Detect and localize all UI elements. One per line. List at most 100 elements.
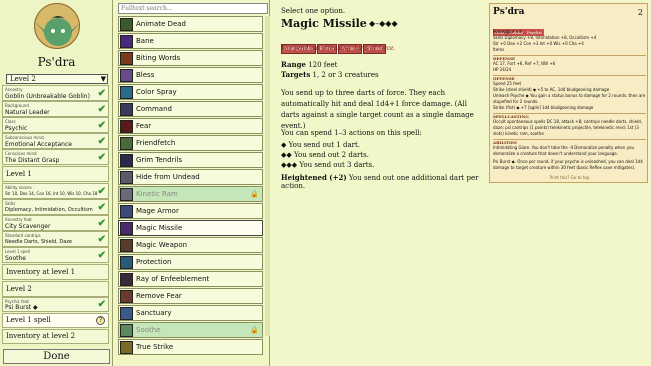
targets-label: Targets (281, 70, 311, 79)
spell-item[interactable]: Bless (118, 67, 263, 83)
subconscious-mind-row[interactable]: Subconscious mind Emotional Acceptance ✔ (2, 133, 109, 149)
spell-name: Bane (136, 37, 154, 45)
conscious-mind-row[interactable]: Conscious mind The Distant Grasp ✔ (2, 149, 109, 165)
spell-icon (120, 18, 133, 31)
ancestry-feat-row[interactable]: Ancestry feat City Scavenger ✔ (2, 215, 109, 231)
spell-item[interactable]: Friendfetch (118, 135, 263, 151)
spell-detail-panel: Select one option. Magic Missile ◆–◆◆◆ M… (279, 0, 487, 366)
spell-item[interactable]: Biting Words (118, 50, 263, 66)
spell-icon (120, 103, 133, 116)
spell-item[interactable]: Sanctuary (118, 305, 263, 321)
inventory-level-1-section[interactable]: Inventory at level 1 (2, 264, 109, 280)
spell-item[interactable]: Color Spray (118, 84, 263, 100)
stat-line: Occult spontaneous spells DC 18, attack … (493, 119, 642, 136)
stat-line: HP 24/24 (493, 67, 512, 72)
row-value: Goblin (Unbreakable Goblin) (5, 93, 90, 100)
stat-line: Intimidating Glare. You don't take the -… (493, 145, 635, 156)
spell-item[interactable]: Protection (118, 254, 263, 270)
level-select[interactable]: Level 2 ▼ (6, 74, 108, 84)
cantrips-row[interactable]: Standard cantrips Needle Darts, Shield, … (2, 231, 109, 247)
spell-icon (120, 307, 133, 320)
spell-icon (120, 120, 133, 133)
ability-scores-row[interactable]: Ability scores Str 10, Dex 14, Con 16, I… (2, 183, 109, 199)
level-1-section[interactable]: Level 1 (2, 166, 109, 182)
done-button[interactable]: Done (3, 349, 110, 364)
action-option: ◆◆ You send out 2 darts. (281, 151, 369, 159)
row-value: Needle Darts, Shield, Daze (5, 239, 72, 245)
spell-icon (120, 69, 133, 82)
spell-item[interactable]: True Strike (118, 339, 263, 355)
spell-icon (120, 205, 133, 218)
spell-item[interactable]: Hide from Undead (118, 169, 263, 185)
spell-item[interactable]: Bane (118, 33, 263, 49)
row-caption: Standard cantrips (5, 233, 41, 238)
spell-item[interactable]: Kinetic Ram 🔒 (118, 186, 263, 202)
spell-icon (120, 256, 133, 269)
level-2-section[interactable]: Level 2 (2, 281, 109, 297)
character-name: Ps'dra (37, 55, 76, 69)
spell-list-panel: Fulltext search... Animate Dead Bane Bitin… (116, 0, 270, 366)
row-caption: Level 1 spell (5, 249, 30, 254)
spell-title: Magic Missile (281, 17, 367, 30)
spell-name: Ray of Enfeeblement (136, 275, 210, 283)
spell-name: Bless (136, 71, 155, 79)
spell-item[interactable]: Remove Fear (118, 288, 263, 304)
action-option: ◆◆◆ You send out 3 darts. (281, 161, 375, 169)
spell-icon (120, 52, 133, 65)
background-row[interactable]: Background Natural Leader ✔ (2, 101, 109, 117)
inventory-level-2-section[interactable]: Inventory at level 2 (2, 329, 109, 344)
avatar[interactable] (34, 3, 80, 49)
action-options: ◆ You send out 1 dart. ◆◆ You send out 2… (281, 140, 374, 170)
stat-block-name: Ps'dra (493, 7, 525, 17)
spell-name: Soothe (136, 326, 161, 334)
spell-name: Biting Words (136, 54, 181, 62)
stat-line: Unleash Psyche ◆ You gain a status bonus… (493, 93, 646, 104)
spell-name: Mage Armor (136, 207, 179, 215)
spell-icon (120, 239, 133, 252)
selection-prompt: Select one option. (281, 7, 346, 15)
check-icon: ✔ (97, 186, 106, 197)
spell-icon (120, 273, 133, 286)
targets-value: 1, 2 or 3 creatures (312, 71, 379, 79)
ancestry-row[interactable]: Ancestry Goblin (Unbreakable Goblin) ✔ (2, 85, 109, 101)
range-value: 120 feet (308, 61, 338, 69)
spell-name: Remove Fear (136, 292, 182, 300)
section-label: Level 1 spell (6, 316, 51, 324)
lock-icon: 🔒 (250, 190, 259, 198)
print-link[interactable]: Print this? Go to top (493, 175, 646, 181)
spell-icon (120, 171, 133, 184)
spell-item[interactable]: Ray of Enfeeblement (118, 271, 263, 287)
level-1-spell-section[interactable]: Level 1 spell ? (2, 313, 109, 328)
level-1-spell-row[interactable]: Level 1 spell Soothe ✔ (2, 247, 109, 263)
check-icon: ✔ (97, 136, 106, 147)
scrollbar[interactable] (265, 16, 270, 336)
row-value: Natural Leader (5, 109, 50, 116)
row-caption: Ancestry feat (5, 217, 32, 222)
psychic-feat-row[interactable]: Psychic feat Psi Burst ◆ ✔ (2, 297, 109, 312)
spell-icon (120, 290, 133, 303)
spell-name: Fear (136, 122, 152, 130)
spell-item[interactable]: Grim Tendrils (118, 152, 263, 168)
spell-name: Friendfetch (136, 139, 176, 147)
targets-line: Targets 1, 2 or 3 creatures (281, 70, 379, 79)
class-row[interactable]: Class Psychic ✔ (2, 117, 109, 133)
lock-icon: 🔒 (250, 326, 259, 334)
check-icon: ✔ (97, 152, 106, 163)
spell-item[interactable]: Command (118, 101, 263, 117)
spell-name: Kinetic Ram (136, 190, 178, 198)
skills-row[interactable]: Skills Diplomacy, Intimidation, Occultis… (2, 199, 109, 215)
spell-name: Sanctuary (136, 309, 172, 317)
row-value: Psychic (5, 125, 28, 132)
heightened-label: Heightened (+2) (281, 173, 347, 182)
search-input[interactable]: Fulltext search... (118, 3, 268, 14)
spell-item[interactable]: Fear (118, 118, 263, 134)
spell-icon (120, 35, 133, 48)
spell-item[interactable]: Magic Weapon (118, 237, 263, 253)
spell-item[interactable]: Mage Armor (118, 203, 263, 219)
spell-item[interactable]: Magic Missile (118, 220, 263, 236)
stat-block-level: 2 (637, 8, 643, 17)
check-icon: ✔ (97, 88, 106, 99)
spell-item[interactable]: Soothe 🔒 (118, 322, 263, 338)
row-caption: Skills (5, 201, 16, 206)
spell-item[interactable]: Animate Dead (118, 16, 263, 32)
